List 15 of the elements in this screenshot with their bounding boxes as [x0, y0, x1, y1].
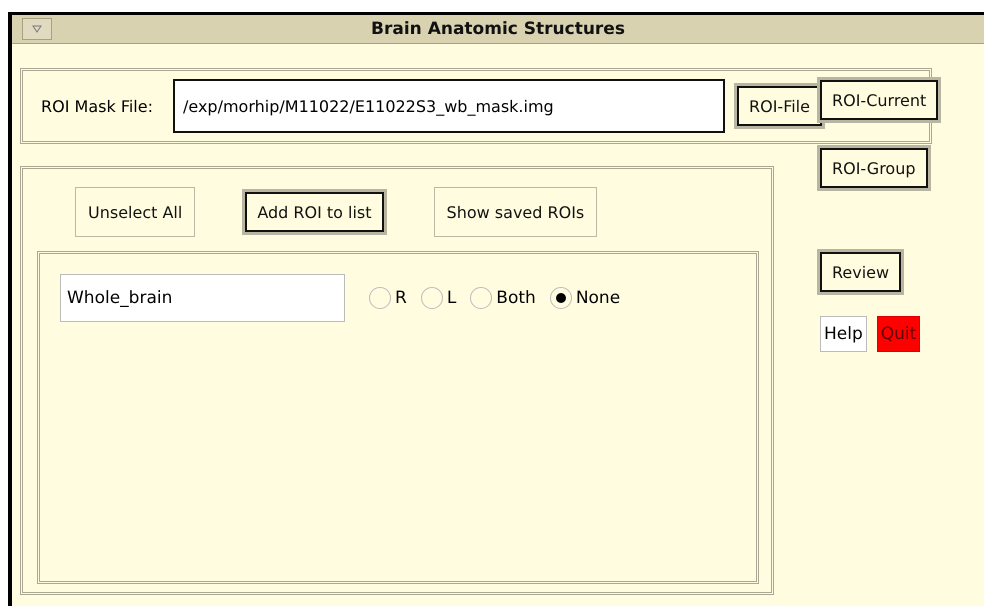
side-radio[interactable]: None: [550, 287, 620, 309]
action-button[interactable]: Add ROI to list: [245, 192, 384, 232]
roi-name-field[interactable]: Whole_brain: [60, 274, 345, 322]
side-radio[interactable]: Both: [470, 287, 536, 309]
triangle-icon: [32, 25, 42, 33]
mask-file-label: ROI Mask File:: [41, 96, 153, 116]
mask-file-field[interactable]: /exp/morhip/M11022/E11022S3_wb_mask.img: [172, 79, 725, 133]
window-title: Brain Anatomic Structures: [370, 19, 626, 39]
side-button[interactable]: Review: [820, 252, 902, 292]
action-button[interactable]: Show saved ROIs: [434, 187, 598, 237]
roi-file-button[interactable]: ROI-File: [736, 86, 822, 126]
side-button[interactable]: ROI-Current: [820, 80, 938, 120]
action-button[interactable]: Unselect All: [75, 187, 196, 237]
window-menu-button[interactable]: [22, 18, 52, 40]
small-button[interactable]: Help: [820, 316, 867, 352]
